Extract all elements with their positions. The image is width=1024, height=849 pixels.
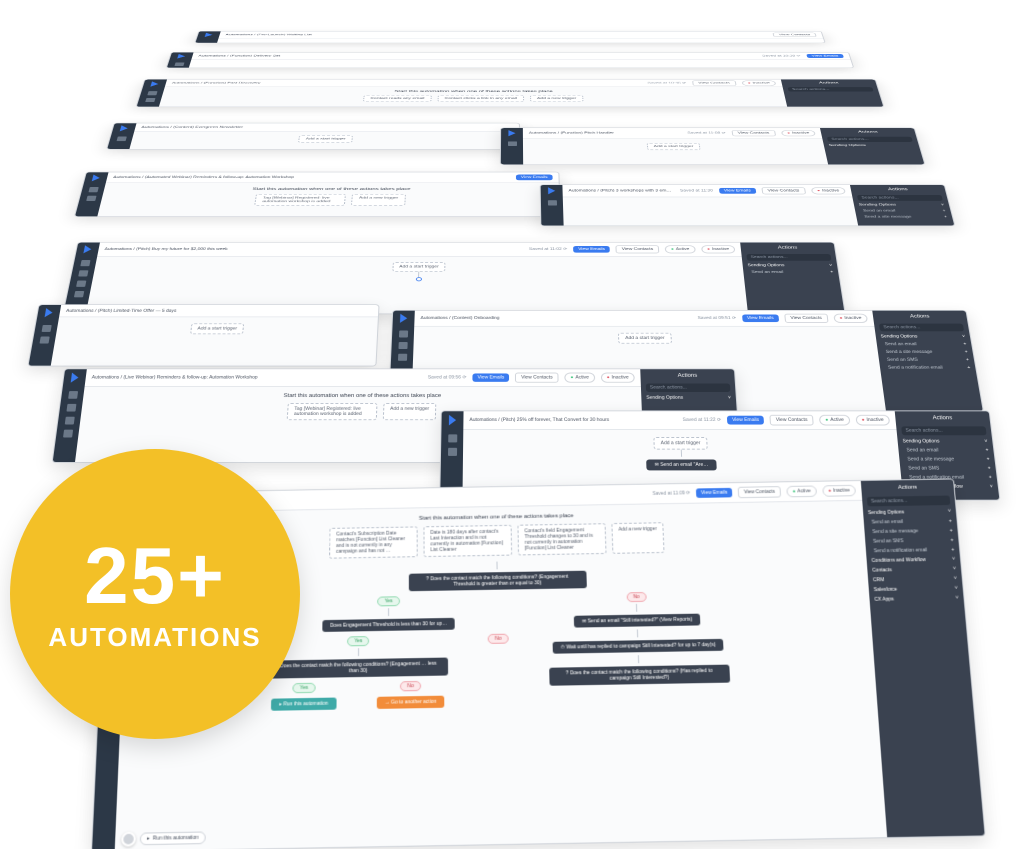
wait-node[interactable]: ⏱ Wait until has replied to campaign Sti… — [553, 639, 724, 654]
section-contacts[interactable]: Contacts — [872, 566, 956, 573]
actions-panel: Actions Search actions... — [781, 80, 883, 107]
canvas-tools: ▸ Run this automation — [121, 830, 206, 846]
run-node[interactable]: ▸ Run this automation — [271, 698, 336, 711]
condition-node[interactable]: ? Does the contact match the following c… — [549, 665, 730, 686]
badge-label: AUTOMATIONS — [48, 622, 261, 653]
trigger-box[interactable]: Tag [Webinar] Registered: live automatio… — [255, 194, 347, 206]
add-trigger[interactable]: Add a new trigger — [530, 95, 584, 101]
no-branch: No — [626, 592, 647, 602]
promo-badge: 25+ AUTOMATIONS — [10, 449, 300, 739]
section-salesforce[interactable]: Salesforce — [874, 586, 958, 593]
add-start-trigger[interactable]: Add a start trigger — [646, 143, 701, 150]
action-item[interactable]: Send an email — [869, 518, 953, 525]
view-contacts-button[interactable]: View Contacts — [773, 33, 817, 37]
section-sending[interactable]: Sending Options — [868, 509, 951, 516]
automation-window-4: Automations / (Function) Pitch Handler S… — [500, 128, 926, 165]
search-actions-input[interactable]: Search actions... — [867, 496, 951, 507]
breadcrumb: Automations / (Pre-Launch) Waiting List — [225, 34, 767, 36]
automation-window-0: Automations / (Pre-Launch) Waiting List … — [194, 31, 825, 43]
run-automation-chip[interactable]: ▸ Run this automation — [140, 831, 206, 845]
view-emails-button[interactable]: View Emails — [696, 488, 733, 498]
automation-window-5: Automations / (Automated Webinar) Remind… — [74, 172, 561, 217]
action-item[interactable]: Send a notification email — [871, 547, 955, 554]
condition-node[interactable]: Does the contact match the following con… — [268, 658, 449, 679]
action-item[interactable]: Send an SMS — [870, 537, 954, 544]
email-node[interactable]: ✉ Send an email "Still interested?" (Vie… — [574, 614, 701, 628]
automation-window-6: Automations / (Pitch) 3 workshops with 3… — [540, 184, 956, 226]
add-start-trigger[interactable]: Add a start trigger — [653, 437, 707, 450]
trigger-box[interactable]: Tag [Webinar] Registered: live automatio… — [287, 403, 378, 420]
trigger-box[interactable]: Date is 180 days after contact's Last In… — [423, 525, 512, 557]
goto-node[interactable]: → Go to another action — [376, 696, 444, 709]
inactive-toggle[interactable]: Inactive — [741, 80, 776, 85]
add-start-trigger[interactable]: Add a start trigger — [618, 333, 672, 344]
inactive-toggle[interactable]: Inactive — [822, 485, 856, 497]
add-trigger[interactable]: Add a new trigger — [383, 403, 437, 420]
view-emails-button[interactable]: View Emails — [573, 246, 610, 253]
stage: Automations / (Pre-Launch) Waiting List … — [0, 0, 1024, 849]
add-start-trigger[interactable]: Add a start trigger — [392, 262, 446, 272]
start-label: Start this automation when one of these … — [419, 513, 574, 521]
add-trigger[interactable]: Add a new trigger — [351, 194, 405, 206]
view-contacts-button[interactable]: View Contacts — [692, 80, 736, 85]
view-contacts-button[interactable]: View Contacts — [738, 486, 781, 498]
view-contacts-button[interactable]: View Contacts — [515, 373, 558, 383]
view-emails-button[interactable]: View Emails — [806, 54, 844, 58]
trigger-box[interactable]: Contact reads any email — [363, 95, 432, 101]
automation-window-8: Automations / (Pitch) Limited-Time Offer… — [27, 304, 379, 366]
automation-window-3: Automations / (Content) Evergreen Newsle… — [106, 123, 520, 150]
automation-window-2: Automations / (Function) Past Discovery … — [136, 79, 885, 107]
section-cx[interactable]: CX Apps — [874, 595, 959, 602]
add-trigger[interactable]: Add a new trigger — [611, 522, 664, 554]
active-toggle[interactable]: Active — [786, 486, 817, 498]
email-node[interactable]: ✉ Send an email "Are… — [646, 460, 716, 471]
topbar: Automations / (Pre-Launch) Waiting List … — [218, 31, 823, 38]
trigger-box[interactable]: Contact's field Engagement Threshold cha… — [517, 523, 606, 555]
trigger-row: Contact's Subscription Date matches [Fun… — [329, 522, 665, 558]
inactive-toggle[interactable]: Inactive — [701, 245, 736, 253]
search-actions-input[interactable]: Search actions... — [788, 87, 874, 91]
avatar[interactable] — [121, 832, 136, 847]
actions-panel: Actions Search actions... Sending Option… — [740, 243, 844, 314]
section-crm[interactable]: CRM — [873, 576, 957, 583]
view-contacts-button[interactable]: View Contacts — [616, 245, 660, 253]
search-actions-input[interactable]: Search actions... — [746, 254, 831, 261]
add-start-trigger[interactable]: Add a start trigger — [190, 323, 245, 334]
saved-label: Saved at 11:09 ⟳ — [652, 490, 690, 496]
start-label: Start this automation when one of these … — [394, 90, 552, 93]
condition-node[interactable]: ? Does the contact match the following c… — [408, 571, 586, 592]
section-conditions[interactable]: Conditions and Workflow — [871, 557, 955, 564]
action-item[interactable]: Send an email — [748, 270, 833, 274]
condition-node[interactable]: Does Engagement Threshold is less than 3… — [322, 618, 455, 632]
add-start-trigger[interactable]: Add a start trigger — [298, 135, 353, 142]
yes-branch: Yes — [378, 596, 400, 606]
trigger-box[interactable]: Contact clicks a link in any email — [437, 95, 524, 101]
search-actions-input[interactable]: Search actions... — [646, 384, 731, 392]
trigger-box[interactable]: Contact's Subscription Date matches [Fun… — [329, 526, 418, 558]
automation-window-1: Automations / (Function) Delivery Set Sa… — [166, 52, 854, 68]
badge-count: 25+ — [84, 536, 226, 616]
action-item[interactable]: Send a site message — [869, 528, 953, 535]
logo-icon — [202, 33, 215, 37]
actions-title: Actions — [866, 484, 949, 491]
view-emails-button[interactable]: View Emails — [472, 373, 509, 381]
active-toggle[interactable]: Active — [665, 245, 696, 253]
